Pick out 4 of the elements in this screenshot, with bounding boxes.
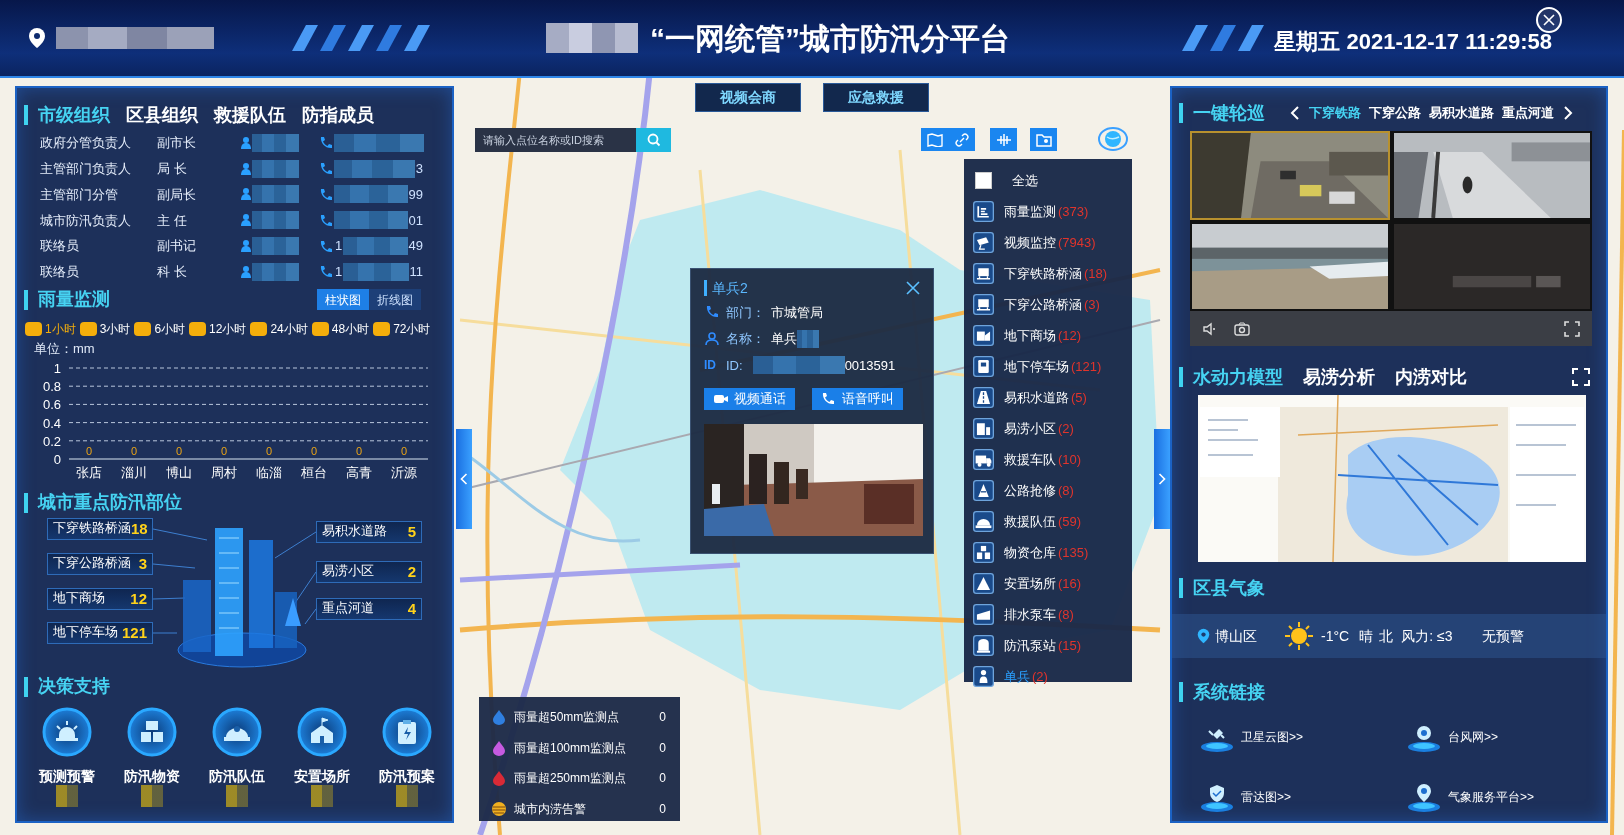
page-title: “一网统管”城市防汛分平台: [650, 20, 1010, 57]
date-time: 星期五 2021-12-17 11:29:58: [1274, 27, 1552, 56]
location-pin-icon: [28, 27, 46, 49]
close-icon: [1543, 14, 1555, 26]
